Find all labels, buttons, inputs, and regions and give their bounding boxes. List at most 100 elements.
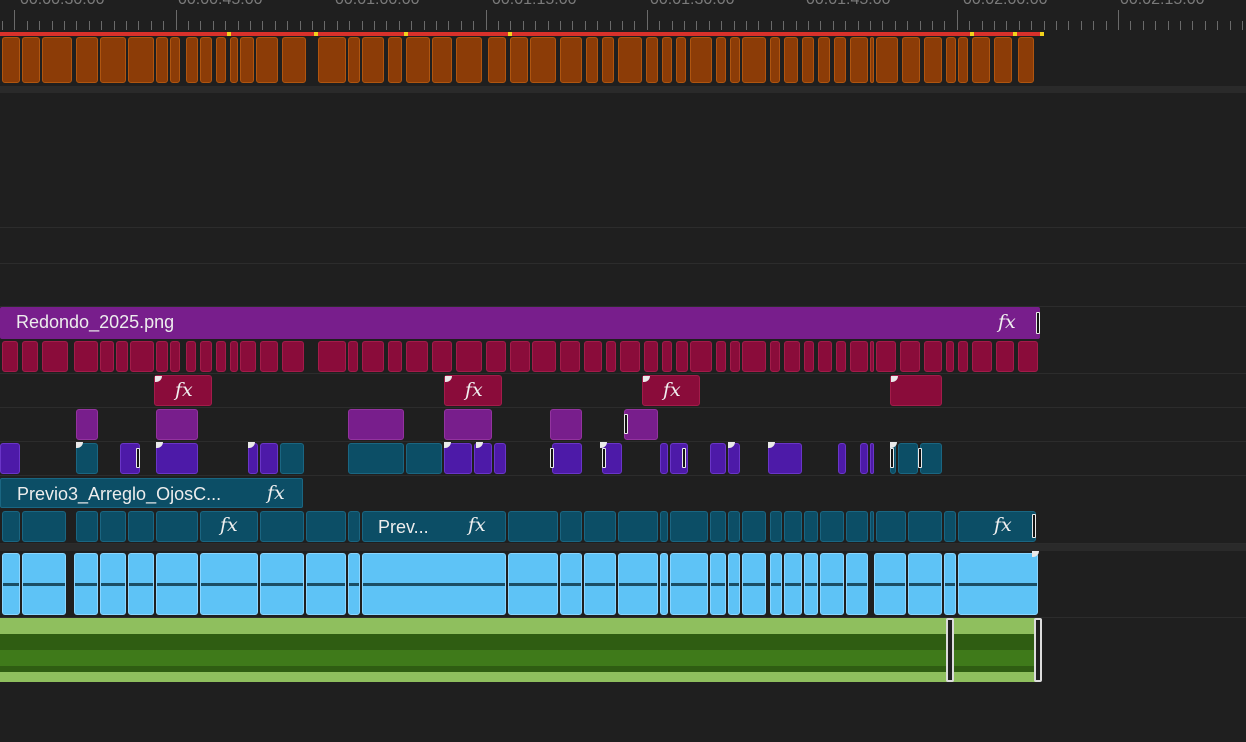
video-clip[interactable] [240,37,254,83]
audio-clip[interactable] [100,553,126,615]
video-clip[interactable] [618,37,642,83]
audio-clip[interactable] [200,553,258,615]
video-clip[interactable] [494,443,506,474]
audio-clip[interactable] [22,553,66,615]
audio-clip[interactable] [660,553,668,615]
video-clip[interactable] [170,37,180,83]
video-clip[interactable] [730,341,740,372]
video-clip[interactable] [870,341,874,372]
audio-clip[interactable] [128,553,154,615]
audio-clip[interactable] [770,553,782,615]
video-clip[interactable] [958,37,968,83]
video-clip[interactable] [560,511,582,542]
video-clip[interactable] [994,37,1012,83]
video-clip[interactable] [362,341,384,372]
video-clip[interactable] [200,341,212,372]
video-clip[interactable] [946,37,956,83]
video-clip[interactable] [924,341,942,372]
video-clip[interactable] [870,511,874,542]
video-clip[interactable] [710,443,726,474]
video-clip[interactable] [876,37,898,83]
trim-handle[interactable] [918,448,922,468]
video-clip[interactable] [550,409,582,440]
adjustment-clip[interactable]: fx [154,375,212,406]
video-clip[interactable] [552,443,582,474]
video-clip[interactable] [348,511,360,542]
audio-clip[interactable] [618,553,658,615]
audio-clip[interactable] [944,553,956,615]
video-clip[interactable] [660,511,668,542]
video-clip[interactable] [742,341,766,372]
video-clip[interactable] [584,511,616,542]
video-clip[interactable] [606,341,616,372]
video-clip[interactable] [362,37,384,83]
video-clip[interactable] [282,341,304,372]
video-clip[interactable] [624,409,658,440]
trim-handle[interactable] [550,448,554,468]
video-clip[interactable] [870,443,874,474]
audio-clip[interactable] [362,553,506,615]
video-clip[interactable] [432,37,452,83]
video-clip[interactable] [770,341,780,372]
video-clip[interactable] [728,511,740,542]
video-clip[interactable] [770,511,782,542]
video-clip[interactable] [602,37,614,83]
trim-handle[interactable] [1032,514,1036,538]
video-clip[interactable] [260,443,278,474]
audio-clip[interactable] [74,553,98,615]
video-clip[interactable] [870,37,874,83]
video-clip[interactable] [586,37,598,83]
video-clip[interactable] [318,37,346,83]
video-clip[interactable] [768,443,802,474]
audio-clip-music[interactable] [0,618,1040,682]
video-clip[interactable] [156,37,168,83]
audio-clip[interactable] [958,553,1038,615]
video-clip[interactable] [770,37,780,83]
audio-clip[interactable] [348,553,360,615]
video-clip[interactable] [1018,37,1034,83]
video-clip[interactable] [510,37,528,83]
video-clip[interactable] [486,341,506,372]
video-clip[interactable] [670,511,708,542]
video-clip[interactable] [406,37,430,83]
video-clip[interactable] [850,341,868,372]
video-clip[interactable] [958,341,968,372]
video-clip[interactable] [156,409,198,440]
video-clip[interactable] [116,341,128,372]
video-clip[interactable] [620,341,640,372]
video-clip[interactable] [946,341,954,372]
video-clip[interactable] [690,341,712,372]
video-clip[interactable] [388,37,402,83]
video-clip[interactable] [818,341,832,372]
video-clip[interactable] [76,511,98,542]
edit-point[interactable] [1034,618,1042,682]
video-clip[interactable] [944,511,956,542]
video-clip[interactable] [74,341,98,372]
video-clip[interactable] [834,37,846,83]
video-clip[interactable] [876,511,906,542]
video-clip[interactable] [0,443,20,474]
video-clip[interactable] [876,341,896,372]
video-clip[interactable] [898,443,918,474]
video-clip[interactable] [170,341,180,372]
video-clip[interactable] [532,341,556,372]
video-clip[interactable] [710,511,726,542]
video-clip[interactable] [1018,341,1038,372]
video-clip[interactable] [900,341,920,372]
video-clip[interactable] [22,341,38,372]
video-clip[interactable] [784,511,802,542]
video-clip[interactable] [2,341,18,372]
video-clip[interactable] [76,409,98,440]
video-clip[interactable] [128,37,154,83]
video-clip[interactable] [22,511,66,542]
video-clip[interactable] [260,511,304,542]
video-clip[interactable] [156,511,198,542]
video-clip[interactable] [488,37,506,83]
video-clip[interactable] [444,409,492,440]
video-clip[interactable] [742,511,766,542]
adjustment-clip[interactable] [890,375,942,406]
audio-clip[interactable] [508,553,558,615]
video-clip[interactable] [618,511,658,542]
adjustment-clip[interactable]: fx [444,375,502,406]
video-clip[interactable] [860,443,868,474]
